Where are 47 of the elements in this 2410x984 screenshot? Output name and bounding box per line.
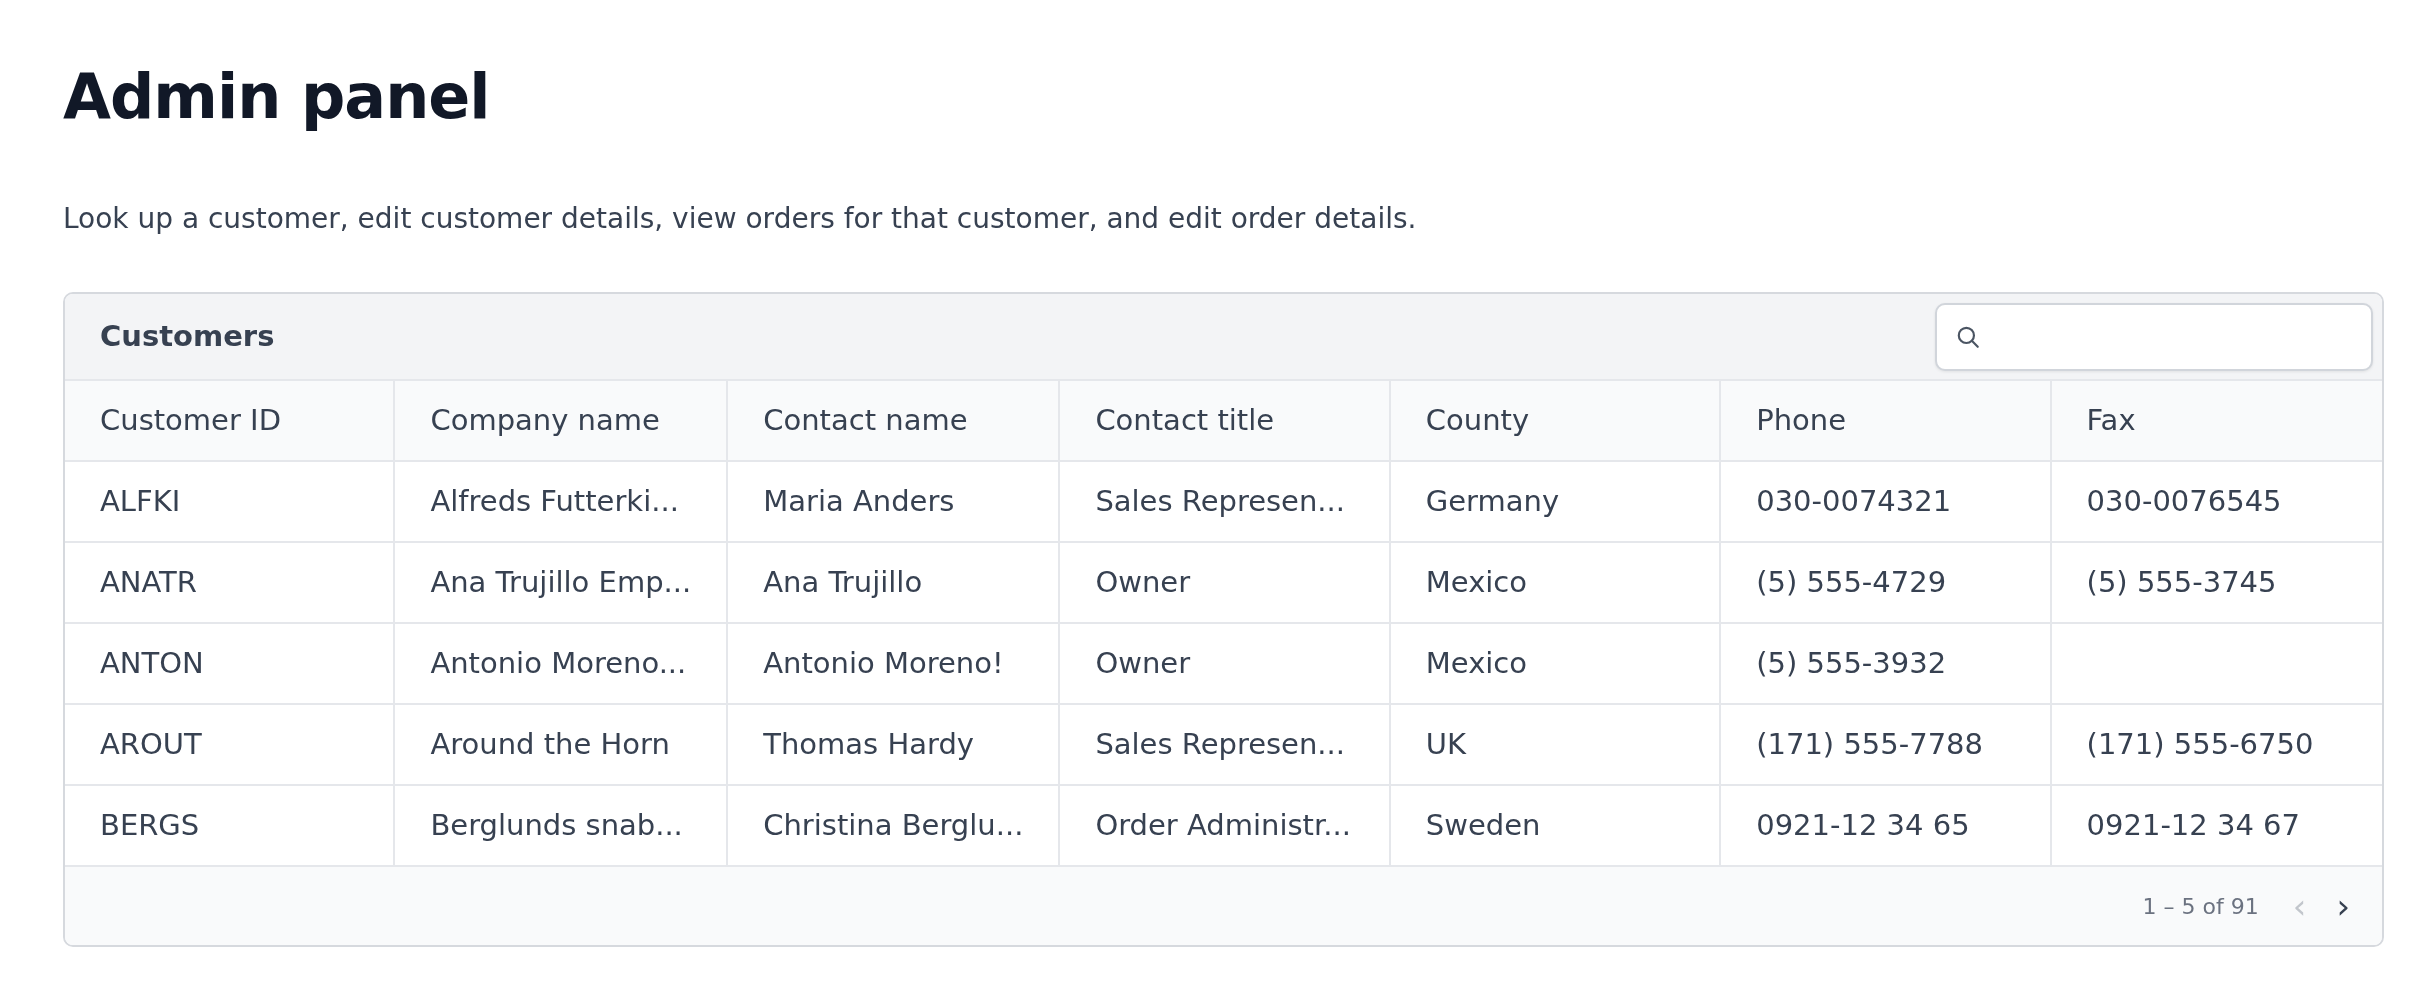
table-cell-text: (171) 555-6750 [2086, 726, 2314, 764]
table-cell-text: Alfreds Futterki... [430, 483, 679, 521]
table-cell-text: Sweden [1425, 807, 1541, 845]
column-header[interactable]: Customer ID [65, 381, 396, 463]
table-cell-text: Owner [1095, 645, 1191, 683]
table-cell-text: (171) 555-7788 [1756, 726, 1983, 764]
column-header[interactable]: County [1390, 381, 1722, 463]
table-cell-text: Sales Represen... [1095, 483, 1345, 521]
table-cell-text: 0921-12 34 65 [1756, 807, 1970, 845]
next-page-button[interactable]: › [2328, 889, 2358, 924]
table-cell-text: Maria Anders [763, 483, 955, 521]
column-header[interactable]: Contact title [1060, 381, 1391, 463]
column-header[interactable]: Company name [395, 381, 729, 463]
table-cell-text: Owner [1095, 564, 1191, 602]
table-cell-text: ALFKI [100, 483, 181, 521]
table-cell-text: Mexico [1425, 645, 1528, 683]
column-header[interactable]: Contact name [728, 381, 1061, 463]
table-cell-text: Sales Represen... [1095, 726, 1345, 764]
table-cell-text: AROUT [100, 726, 202, 764]
table-cell-text: Thomas Hardy [763, 726, 974, 764]
table-cell-text: Mexico [1425, 564, 1528, 602]
table-title: Customers [100, 318, 275, 356]
table-cell-text: Christina Berglu... [763, 807, 1024, 845]
table-cell-text: 030-0076545 [2086, 483, 2282, 521]
column-header[interactable]: Phone [1721, 381, 2052, 463]
column-header[interactable]: Fax [2051, 381, 2382, 463]
table-cell-text: Germany [1425, 483, 1560, 521]
table-cell-text: (5) 555-3745 [2086, 564, 2277, 602]
table-cell-text: Antonio Moreno! [763, 645, 1004, 683]
table-cell-text: UK [1425, 726, 1467, 764]
table-cell-text: ANTON [100, 645, 204, 683]
table-cell-text: ANATR [100, 564, 197, 602]
table-cell-text: Ana Trujillo [763, 564, 923, 602]
table-cell-text: BERGS [100, 807, 200, 845]
table-cell-text: Antonio Moreno... [430, 645, 687, 683]
table-cell-text: 030-0074321 [1756, 483, 1952, 521]
table-cell-text: 0921-12 34 67 [2086, 807, 2300, 845]
page-title: Admin panel [63, 60, 491, 135]
table-cell-text: (5) 555-3932 [1756, 645, 1947, 683]
table-cell-text: Order Administr... [1095, 807, 1351, 845]
table-cell-text: Berglunds snab... [430, 807, 683, 845]
page-description: Look up a customer, edit customer details, view orders for that customer, and edit order details. [63, 201, 1418, 238]
table-cell-text: Around the Horn [430, 726, 670, 764]
table-cell-text: (5) 555-4729 [1756, 564, 1947, 602]
table-cell-text: Ana Trujillo Emp... [430, 564, 692, 602]
pagination-range: 1 – 5 of 91 [2142, 892, 2259, 921]
search-field[interactable] [1935, 302, 2373, 371]
